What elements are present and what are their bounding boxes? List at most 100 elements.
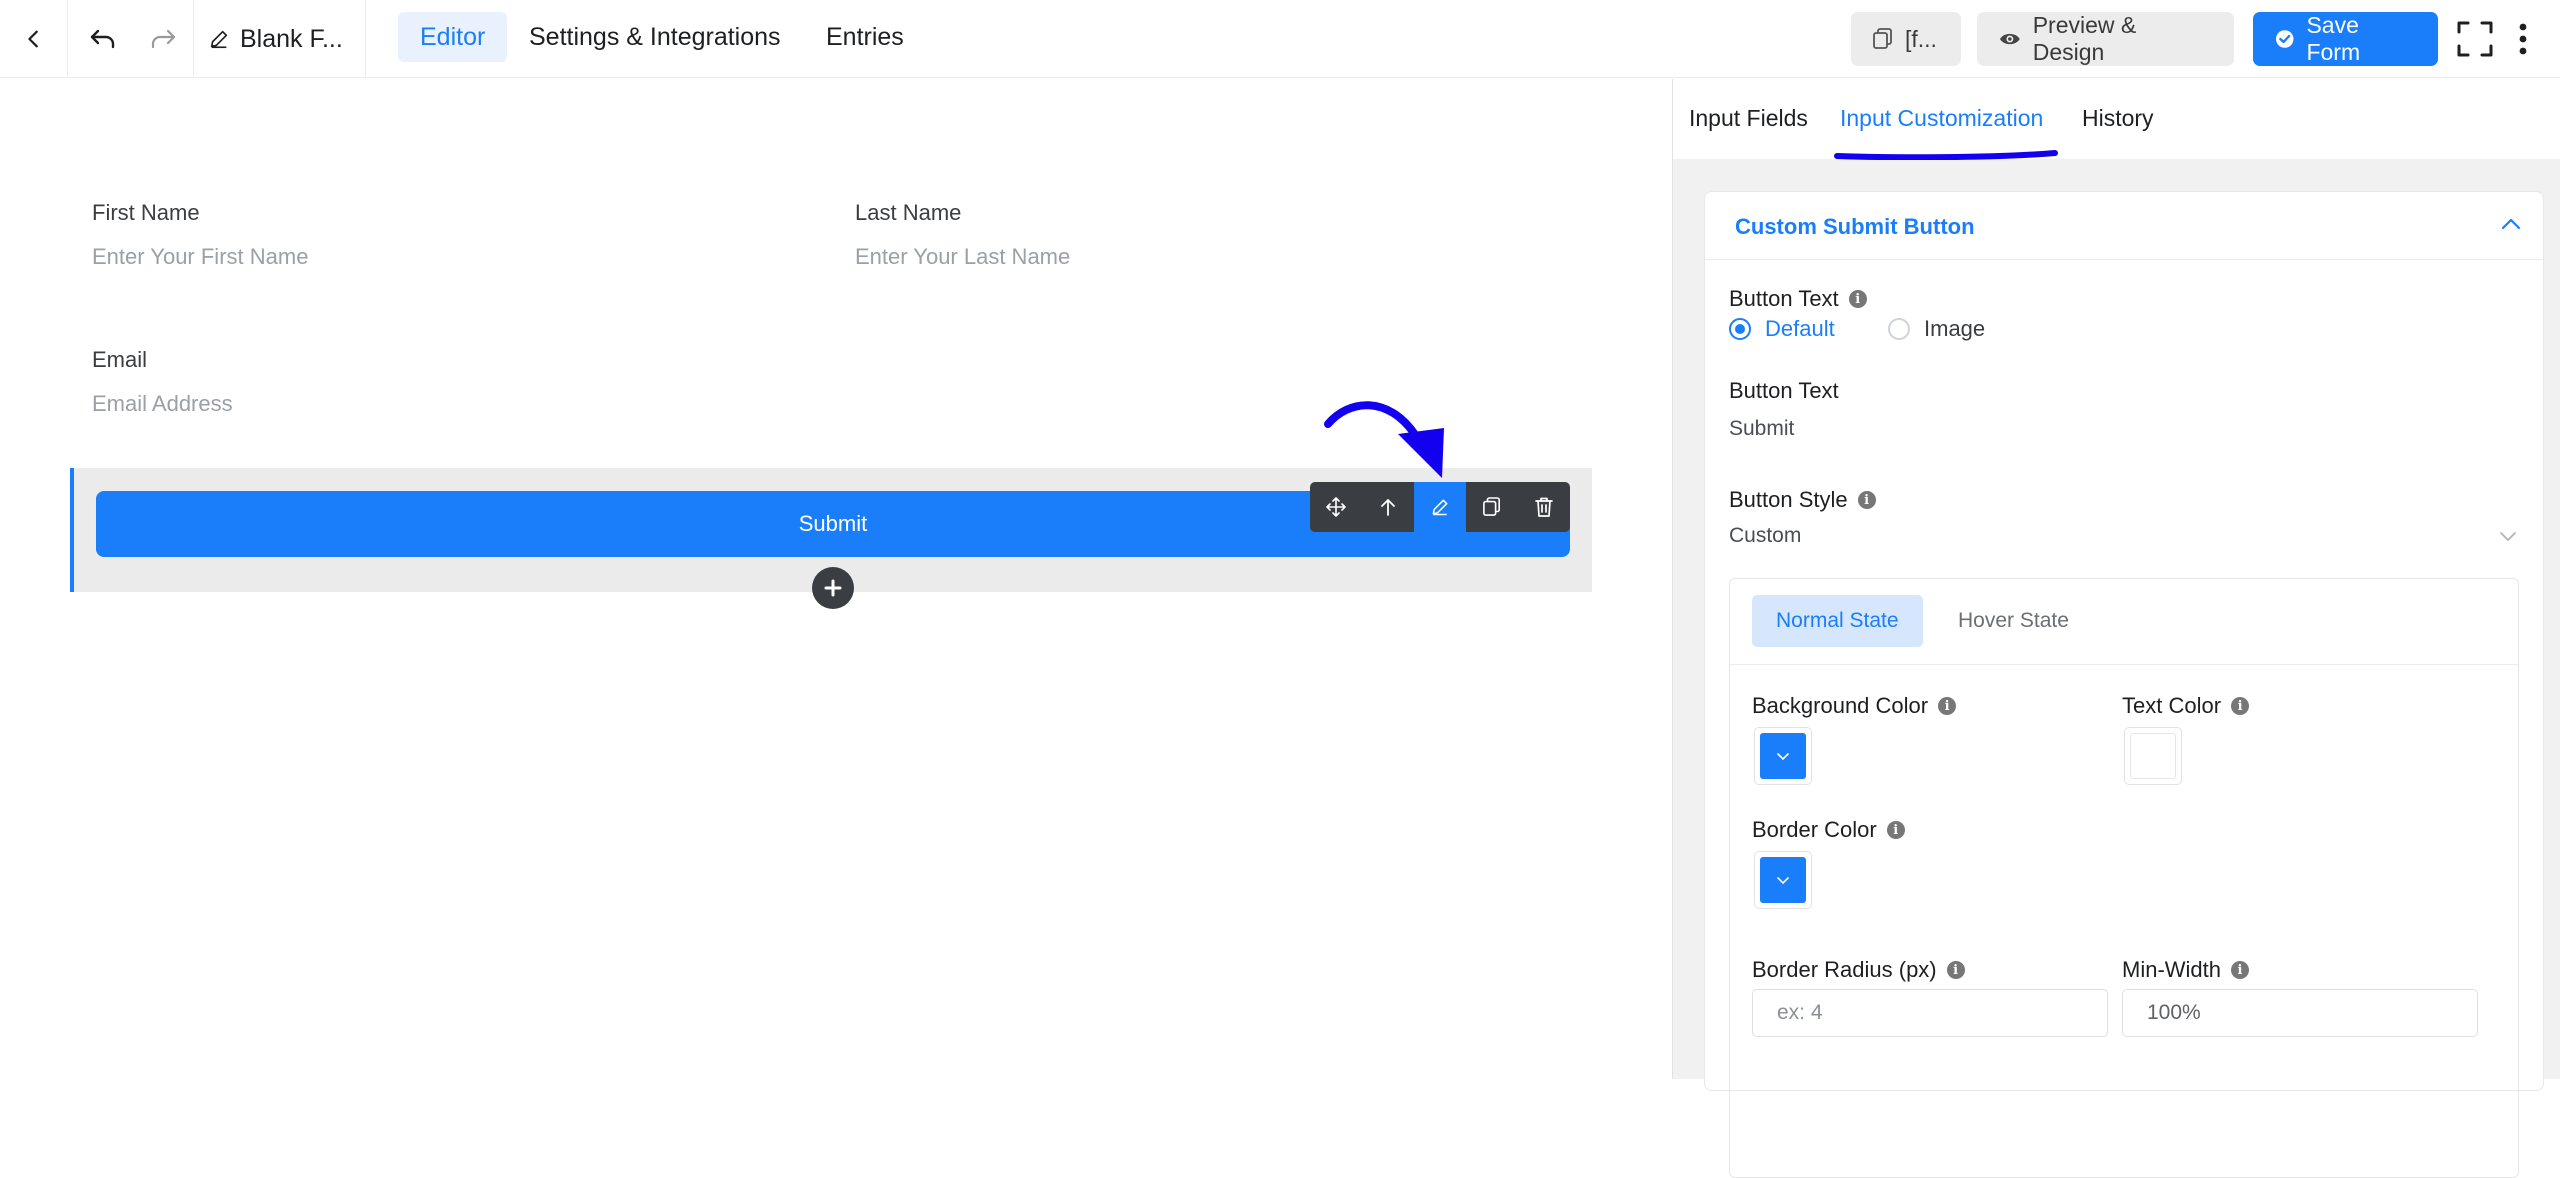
- form-title-text: Blank F...: [240, 24, 343, 53]
- email-input[interactable]: Email Address: [92, 391, 233, 417]
- save-form-label: Save Form: [2306, 12, 2361, 65]
- fullscreen-icon: [2457, 21, 2493, 57]
- undo-button[interactable]: [80, 16, 126, 62]
- radio-default-label: Default: [1765, 316, 1835, 341]
- state-settings-box: Normal State Hover State Background Colo…: [1729, 578, 2519, 1178]
- tab-history[interactable]: History: [2082, 105, 2154, 132]
- edit-icon: [210, 30, 228, 49]
- top-bar: Blank F... Editor Settings & Integration…: [0, 0, 2560, 78]
- pencil-icon: [1432, 499, 1448, 516]
- border-radius-input[interactable]: ex: 4: [1752, 989, 2108, 1037]
- min-width-label: Min-Width i: [2122, 957, 2250, 983]
- background-color-swatch: [1760, 733, 1806, 779]
- first-name-input[interactable]: Enter Your First Name: [92, 244, 308, 270]
- button-style-label: Button Style i: [1729, 487, 1876, 513]
- move-up-button[interactable]: [1362, 482, 1414, 532]
- panel-tabs: Input Fields Input Customization History: [1673, 79, 2560, 159]
- text-color-swatch: [2130, 733, 2176, 779]
- form-title[interactable]: Blank F...: [194, 0, 366, 78]
- preview-design-label: Preview & Design: [2032, 12, 2137, 65]
- duplicate-icon: [1483, 497, 1501, 516]
- custom-submit-button-section: Custom Submit Button Button Text i Defau…: [1704, 191, 2544, 1178]
- shortcode-text: [f...: [1905, 25, 1937, 52]
- chevron-down-icon: [1777, 752, 1789, 760]
- more-vertical-icon: [2519, 23, 2527, 55]
- button-text-label: Button Text: [1729, 378, 1839, 403]
- field-toolbar: [1310, 482, 1570, 532]
- info-icon: i: [2231, 961, 2250, 979]
- info-icon: i: [1857, 491, 1876, 509]
- info-icon: i: [1848, 290, 1867, 308]
- info-icon: i: [2231, 697, 2250, 715]
- tab-hover-state[interactable]: Hover State: [1934, 595, 2093, 647]
- text-color-label-text: Text Color: [2122, 693, 2222, 718]
- add-field-button[interactable]: [812, 567, 854, 609]
- info-icon: i: [1938, 697, 1957, 715]
- info-icon: i: [1946, 961, 1965, 979]
- eye-icon: [1999, 33, 2020, 45]
- move-button[interactable]: [1310, 482, 1362, 532]
- delete-button[interactable]: [1518, 482, 1570, 532]
- move-icon: [1326, 497, 1346, 517]
- duplicate-button[interactable]: [1466, 482, 1518, 532]
- tab-input-fields[interactable]: Input Fields: [1689, 105, 1808, 132]
- trash-icon: [1535, 497, 1553, 517]
- preview-design-button[interactable]: Preview & Design: [1977, 12, 2234, 66]
- button-text-input[interactable]: Submit: [1729, 417, 1794, 441]
- section-title: Custom Submit Button: [1735, 214, 1975, 239]
- shortcode-button[interactable]: [f...: [1851, 12, 1961, 66]
- border-radius-label-text: Border Radius (px): [1752, 957, 1937, 982]
- border-radius-label: Border Radius (px) i: [1752, 957, 1965, 983]
- background-color-label: Background Color i: [1752, 693, 1957, 719]
- min-width-input[interactable]: 100%: [2122, 989, 2478, 1037]
- border-color-label: Border Color i: [1752, 817, 1905, 843]
- tab-normal-state[interactable]: Normal State: [1752, 595, 1923, 647]
- tab-settings-integrations[interactable]: Settings & Integrations: [507, 12, 803, 62]
- edit-field-button[interactable]: [1414, 482, 1466, 532]
- more-options-button[interactable]: [2508, 16, 2538, 62]
- annotation-arrow: [1324, 401, 1444, 478]
- border-color-swatch: [1760, 857, 1806, 903]
- plus-icon: [824, 579, 842, 597]
- button-text-type-label-text: Button Text: [1729, 286, 1839, 311]
- button-style-label-text: Button Style: [1729, 487, 1848, 512]
- back-button[interactable]: [0, 0, 68, 78]
- undo-icon: [90, 29, 115, 49]
- button-text-type-label: Button Text i: [1729, 286, 1867, 312]
- fullscreen-button[interactable]: [2452, 16, 2498, 62]
- radio-image[interactable]: Image: [1888, 316, 1985, 342]
- email-label: Email: [92, 347, 148, 372]
- tab-editor[interactable]: Editor: [398, 12, 508, 62]
- last-name-label: Last Name: [855, 200, 962, 225]
- state-tabs: Normal State Hover State: [1730, 579, 2518, 665]
- save-form-button[interactable]: Save Form: [2253, 12, 2438, 66]
- button-style-value: Custom: [1729, 524, 1802, 547]
- text-color-label: Text Color i: [2122, 693, 2250, 719]
- border-color-picker[interactable]: [1754, 851, 1812, 909]
- check-circle-icon: [2275, 30, 2294, 48]
- radio-image-dot: [1888, 318, 1910, 340]
- radio-image-label: Image: [1924, 316, 1986, 341]
- section-header[interactable]: Custom Submit Button: [1705, 192, 2543, 260]
- radio-default-dot: [1729, 318, 1751, 340]
- radio-default[interactable]: Default: [1729, 316, 1835, 342]
- button-style-select[interactable]: Custom: [1729, 522, 2519, 556]
- tab-input-customization[interactable]: Input Customization: [1840, 105, 2043, 132]
- back-icon: [27, 30, 38, 48]
- last-name-input[interactable]: Enter Your Last Name: [855, 244, 1070, 270]
- active-tab-underline: [1834, 150, 2058, 160]
- chevron-up-icon: [2501, 218, 2521, 230]
- background-color-picker[interactable]: [1754, 727, 1812, 785]
- first-name-label: First Name: [92, 200, 200, 225]
- history-controls: [68, 0, 194, 78]
- text-color-picker[interactable]: [2124, 727, 2182, 785]
- chevron-down-icon: [1777, 876, 1789, 884]
- background-color-label-text: Background Color: [1752, 693, 1929, 718]
- min-width-label-text: Min-Width: [2122, 957, 2222, 982]
- info-icon: i: [1886, 821, 1905, 839]
- chevron-down-icon: [2500, 532, 2516, 541]
- arrow-up-icon: [1381, 499, 1395, 516]
- tab-entries[interactable]: Entries: [804, 12, 926, 62]
- redo-button[interactable]: [140, 16, 186, 62]
- redo-icon: [151, 29, 176, 49]
